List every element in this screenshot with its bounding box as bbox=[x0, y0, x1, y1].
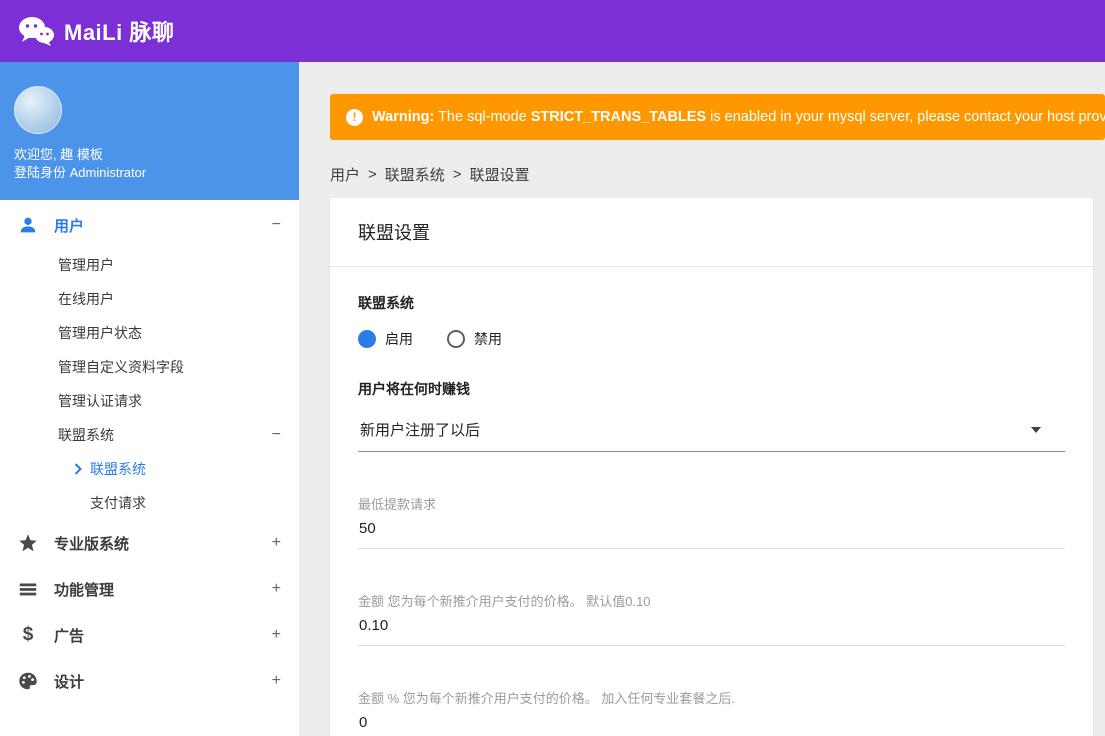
collapse-icon[interactable]: − bbox=[272, 216, 281, 234]
chevron-right-icon bbox=[74, 463, 82, 475]
min-withdraw-field-group: 最低提款请求 50 bbox=[358, 494, 1065, 549]
sidebar-item-label: 广告 bbox=[54, 627, 85, 645]
main-content: Warning: The sql-mode STRICT_TRANS_TABLE… bbox=[299, 62, 1105, 736]
min-withdraw-input[interactable]: 50 bbox=[358, 520, 1065, 549]
radio-disable[interactable]: 禁用 bbox=[447, 329, 502, 349]
login-role-text: 登陆身份 Administrator bbox=[14, 165, 147, 180]
sidebar-item-affiliate-settings[interactable]: 联盟系统 bbox=[0, 452, 299, 486]
warning-banner: Warning: The sql-mode STRICT_TRANS_TABLE… bbox=[330, 94, 1105, 140]
earn-when-select[interactable]: 新用户注册了以后 bbox=[358, 411, 1065, 452]
sidebar-item-label: 联盟系统 bbox=[58, 427, 114, 443]
sidebar-item-label: 管理用户 bbox=[58, 257, 114, 273]
warning-text: The sql-mode bbox=[438, 109, 527, 125]
warning-text: is enabled in your mysql server, please … bbox=[710, 109, 1105, 125]
wechat-logo-icon bbox=[18, 16, 54, 46]
earn-when-label: 用户将在何时赚钱 bbox=[358, 381, 470, 397]
sidebar-item-label: 管理自定义资料字段 bbox=[58, 359, 184, 375]
expand-icon[interactable]: + bbox=[272, 534, 281, 552]
breadcrumb: 用户 > 联盟系统 > 联盟设置 bbox=[330, 164, 1105, 185]
affiliate-radio-group: 启用 禁用 bbox=[358, 329, 1065, 349]
breadcrumb-separator: > bbox=[452, 166, 462, 183]
expand-icon[interactable]: + bbox=[272, 580, 281, 598]
sidebar-item-label: 在线用户 bbox=[58, 291, 114, 307]
settings-card: 联盟设置 联盟系统 启用 禁用 用户将在何时赚钱 新用户注册了以后 最低提款请求… bbox=[330, 198, 1093, 736]
sidebar-item-label: 管理用户状态 bbox=[58, 325, 142, 341]
sidebar-item-affiliate-system[interactable]: 联盟系统 − bbox=[0, 418, 299, 452]
radio-enable-label: 启用 bbox=[385, 331, 413, 347]
percent-input[interactable]: 0 bbox=[358, 714, 1065, 736]
amount-field-group: 金额 您为每个新推介用户支付的价格。 默认值0.10 0.10 bbox=[358, 591, 1065, 646]
breadcrumb-users[interactable]: 用户 bbox=[330, 164, 360, 185]
sidebar-item-ads[interactable]: $ 广告 + bbox=[0, 612, 299, 658]
sidebar-item-label: 功能管理 bbox=[54, 581, 115, 599]
sidebar-item-label: 管理认证请求 bbox=[58, 393, 142, 409]
brand-link[interactable]: MaiLi 脉聊 bbox=[18, 15, 174, 47]
sidebar-item-user-status[interactable]: 管理用户状态 bbox=[0, 316, 299, 350]
dollar-icon: $ bbox=[22, 624, 34, 645]
warning-code: STRICT_TRANS_TABLES bbox=[530, 109, 707, 125]
radio-disable-label: 禁用 bbox=[474, 331, 502, 347]
radio-unchecked-icon[interactable] bbox=[447, 330, 465, 348]
sidebar-item-payment-requests[interactable]: 支付请求 bbox=[0, 486, 299, 520]
sidebar-item-manage-users[interactable]: 管理用户 bbox=[0, 248, 299, 282]
user-icon bbox=[16, 213, 40, 237]
collapse-icon[interactable]: − bbox=[272, 426, 281, 444]
earn-when-value: 新用户注册了以后 bbox=[360, 422, 481, 439]
breadcrumb-affiliate-system[interactable]: 联盟系统 bbox=[385, 164, 445, 185]
card-title: 联盟设置 bbox=[330, 198, 1093, 267]
amount-label: 金额 您为每个新推介用户支付的价格。 默认值0.10 bbox=[358, 594, 651, 609]
percent-field-group: 金额 % 您为每个新推介用户支付的价格。 加入任何专业套餐之后. 0 bbox=[358, 688, 1065, 736]
sidebar-item-label: 专业版系统 bbox=[54, 535, 130, 553]
sidebar-item-pro-system[interactable]: 专业版系统 + bbox=[0, 520, 299, 566]
radio-enable[interactable]: 启用 bbox=[358, 329, 413, 349]
expand-icon[interactable]: + bbox=[272, 672, 281, 690]
affiliate-system-label: 联盟系统 bbox=[358, 295, 414, 311]
sidebar-item-label: 支付请求 bbox=[90, 495, 146, 511]
sidebar: 欢迎您, 趣 模板 登陆身份 Administrator 用户 − 管理用户 在… bbox=[0, 62, 299, 736]
palette-icon bbox=[16, 669, 40, 693]
chevron-down-icon bbox=[1031, 427, 1041, 433]
sidebar-profile: 欢迎您, 趣 模板 登陆身份 Administrator bbox=[0, 62, 299, 200]
star-icon bbox=[16, 531, 40, 555]
sidebar-item-label: 联盟系统 bbox=[90, 461, 146, 477]
warning-label: Warning: bbox=[372, 109, 435, 125]
sidebar-item-verify-requests[interactable]: 管理认证请求 bbox=[0, 384, 299, 418]
menu-bars-icon bbox=[16, 577, 40, 601]
sidebar-item-custom-fields[interactable]: 管理自定义资料字段 bbox=[0, 350, 299, 384]
sidebar-item-label: 用户 bbox=[54, 217, 85, 235]
topbar: MaiLi 脉聊 bbox=[0, 0, 1105, 62]
breadcrumb-separator: > bbox=[368, 166, 377, 183]
sidebar-menu: 用户 − 管理用户 在线用户 管理用户状态 管理自定义资料字段 管理认证请求 联… bbox=[0, 200, 299, 704]
radio-checked-icon[interactable] bbox=[358, 330, 376, 348]
sidebar-item-label: 设计 bbox=[54, 673, 85, 691]
amount-input[interactable]: 0.10 bbox=[358, 617, 1065, 646]
breadcrumb-affiliate-settings[interactable]: 联盟设置 bbox=[470, 164, 530, 185]
sidebar-item-design[interactable]: 设计 + bbox=[0, 658, 299, 704]
avatar[interactable] bbox=[14, 86, 62, 134]
sidebar-item-users[interactable]: 用户 − bbox=[0, 202, 299, 248]
expand-icon[interactable]: + bbox=[272, 626, 281, 644]
min-withdraw-label: 最低提款请求 bbox=[358, 497, 437, 512]
sidebar-item-online-users[interactable]: 在线用户 bbox=[0, 282, 299, 316]
warning-icon bbox=[346, 108, 363, 126]
sidebar-item-features[interactable]: 功能管理 + bbox=[0, 566, 299, 612]
welcome-text: 欢迎您, 趣 模板 bbox=[14, 147, 103, 162]
app-title: MaiLi 脉聊 bbox=[64, 20, 175, 45]
percent-label: 金额 % 您为每个新推介用户支付的价格。 加入任何专业套餐之后. bbox=[358, 691, 736, 706]
